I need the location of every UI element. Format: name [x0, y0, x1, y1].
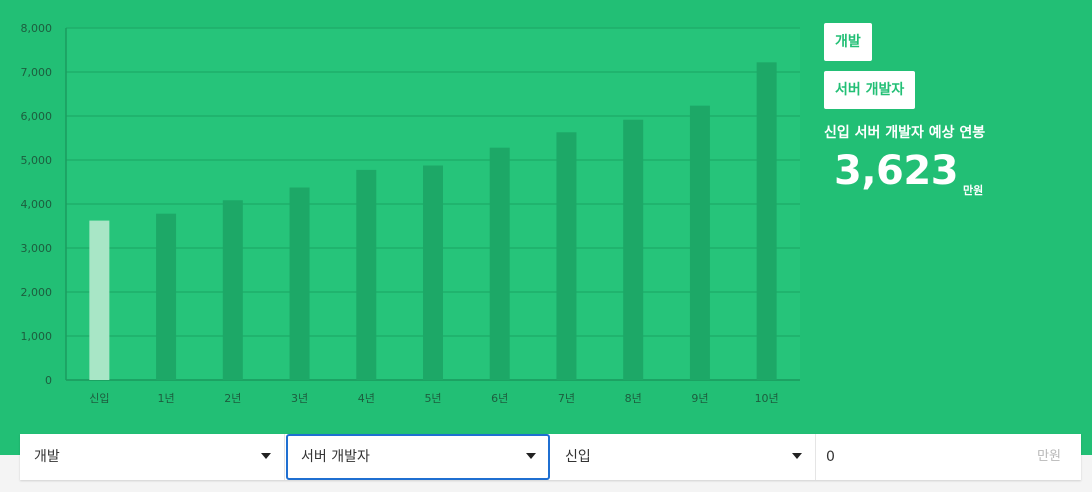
current-salary-field[interactable]: 만원 — [816, 434, 1081, 480]
x-tick-label: 9년 — [691, 392, 708, 405]
x-tick-label: 7년 — [558, 392, 575, 405]
current-salary-unit: 만원 — [1037, 449, 1061, 464]
y-tick-label: 1,000 — [21, 330, 53, 343]
bar — [156, 213, 177, 380]
x-tick-label: 신입 — [89, 392, 109, 405]
caret-down-icon — [526, 453, 536, 459]
x-tick-label: 6년 — [491, 392, 508, 405]
job-group-chip-row: 개발 — [824, 23, 1084, 71]
salary-hero: 0 1,000 2,000 3,000 4,000 5,000 6,000 7,000 8,00… — [0, 0, 1092, 455]
bar — [623, 119, 644, 381]
salary-summary: 개발 서버 개발자 신입 서버 개발자 예상 연봉 3,623 만원 — [824, 23, 1084, 202]
y-tick-label: 8,000 — [21, 22, 53, 35]
bar-highlight — [89, 220, 110, 380]
y-tick-label: 6,000 — [21, 110, 53, 123]
bar — [356, 169, 377, 380]
bar — [689, 105, 710, 380]
salary-caption: 신입 서버 개발자 예상 연봉 — [824, 125, 986, 141]
job-group-select-value: 개발 — [34, 449, 60, 465]
current-salary-input[interactable] — [816, 434, 1016, 480]
bar — [489, 147, 510, 380]
bar — [423, 165, 443, 380]
job-group-chip[interactable]: 개발 — [824, 23, 872, 61]
salary-bar-chart: 0 1,000 2,000 3,000 4,000 5,000 6,000 7,000 8,00… — [21, 22, 800, 405]
y-tick-label: 5,000 — [21, 154, 53, 167]
y-tick-label: 3,000 — [21, 242, 53, 255]
x-tick-label: 4년 — [358, 392, 375, 405]
salary-filter-bar: 개발 서버 개발자 신입 만원 — [20, 434, 1081, 480]
y-tick-label: 0 — [45, 374, 52, 387]
salary-unit: 만원 — [963, 184, 984, 197]
y-tick-label: 7,000 — [21, 66, 53, 79]
job-select[interactable]: 서버 개발자 — [286, 434, 550, 480]
x-tick-label: 3년 — [291, 392, 308, 405]
job-group-select[interactable]: 개발 — [20, 434, 285, 480]
x-tick-label: 1년 — [158, 392, 175, 405]
bar — [222, 200, 243, 380]
salary-chart: 0 1,000 2,000 3,000 4,000 5,000 6,000 7,000 8,00… — [0, 0, 810, 420]
bar — [289, 187, 310, 380]
job-chip-row: 서버 개발자 — [824, 71, 1084, 119]
salary-value: 3,623 — [834, 148, 959, 194]
bar — [556, 132, 577, 380]
y-tick-label: 2,000 — [21, 286, 53, 299]
x-tick-label: 10년 — [755, 392, 779, 405]
job-select-value: 서버 개발자 — [301, 449, 370, 465]
salary-row: 3,623 만원 — [824, 142, 1084, 202]
experience-select-value: 신입 — [565, 449, 591, 465]
x-tick-label: 8년 — [625, 392, 642, 405]
experience-select[interactable]: 신입 — [551, 434, 816, 480]
job-chip[interactable]: 서버 개발자 — [824, 71, 916, 109]
x-tick-label: 5년 — [424, 392, 441, 405]
y-tick-label: 4,000 — [21, 198, 53, 211]
bar — [756, 62, 777, 380]
caret-down-icon — [261, 453, 271, 459]
caret-down-icon — [792, 453, 802, 459]
x-tick-label: 2년 — [224, 392, 241, 405]
